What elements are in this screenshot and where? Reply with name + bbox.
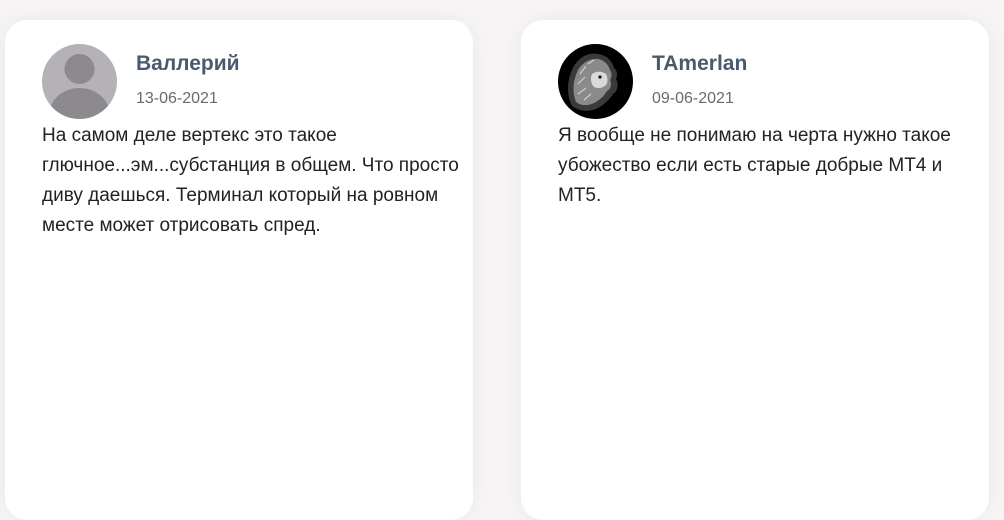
user-icon (42, 44, 117, 119)
review-author: TAmerlan (652, 52, 748, 75)
review-author: Валлерий (136, 52, 240, 75)
review-date: 09-06-2021 (652, 90, 734, 107)
avatar (42, 44, 117, 119)
avatar (558, 44, 633, 119)
lion-icon (558, 44, 633, 119)
review-text: Я вообще не понимаю на черта нужно такое… (558, 125, 951, 206)
review-date: 13-06-2021 (136, 90, 218, 107)
review-card: Валлерий 13-06-2021 На самом деле вертек… (5, 20, 473, 520)
review-text: На самом деле вертекс это такое глючное.… (42, 125, 459, 236)
review-card: TAmerlan 09-06-2021 Я вообще не понимаю … (521, 20, 989, 520)
